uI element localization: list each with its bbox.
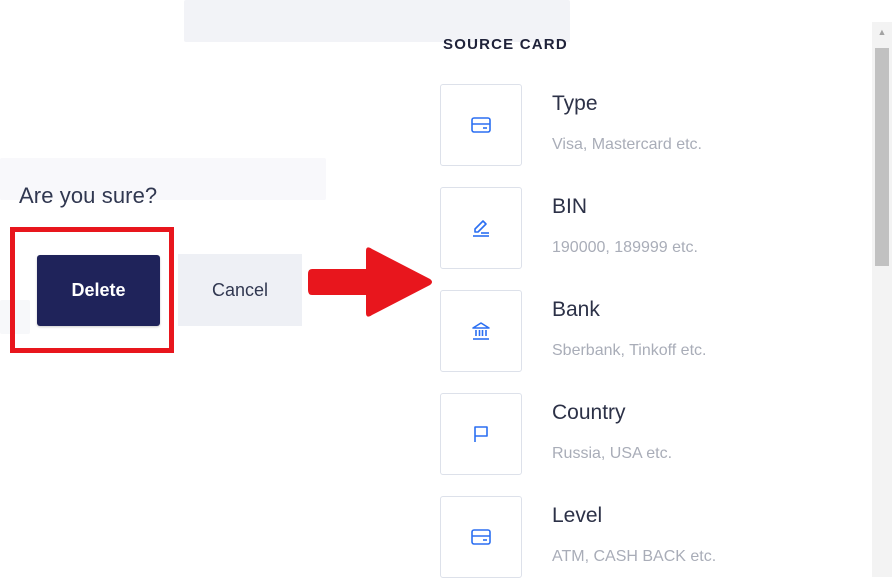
scroll-thumb[interactable]: [875, 48, 889, 266]
field-level[interactable]: Level ATM, CASH BACK etc.: [440, 496, 840, 580]
field-icon-box[interactable]: [440, 187, 522, 269]
field-bin[interactable]: BIN 190000, 189999 etc.: [440, 187, 840, 271]
field-hint: 190000, 189999 etc.: [552, 239, 698, 256]
field-country[interactable]: Country Russia, USA etc.: [440, 393, 840, 477]
confirm-question: Are you sure?: [19, 183, 158, 208]
field-hint: Sberbank, Tinkoff etc.: [552, 342, 707, 359]
field-icon-box[interactable]: [440, 84, 522, 166]
field-label: BIN: [552, 195, 588, 218]
field-hint: Russia, USA etc.: [552, 445, 673, 462]
vertical-scrollbar[interactable]: ▲: [872, 22, 892, 577]
field-icon-box[interactable]: [440, 290, 522, 372]
highlight-frame: [10, 227, 174, 353]
field-label: Level: [552, 504, 603, 527]
field-icon-box[interactable]: [440, 496, 522, 578]
field-type[interactable]: Type Visa, Mastercard etc.: [440, 84, 840, 168]
section-heading: SOURCE CARD: [443, 36, 568, 53]
field-label: Bank: [552, 298, 600, 321]
cancel-button[interactable]: Cancel: [178, 254, 302, 326]
credit-card-icon: [471, 117, 491, 133]
field-bank[interactable]: Bank Sberbank, Tinkoff etc.: [440, 290, 840, 374]
field-icon-box[interactable]: [440, 393, 522, 475]
field-hint: ATM, CASH BACK etc.: [552, 548, 717, 565]
field-hint: Visa, Mastercard etc.: [552, 136, 702, 153]
scroll-up-arrow-icon[interactable]: ▲: [872, 22, 892, 42]
red-arrow-annotation: [308, 247, 432, 317]
field-label: Type: [552, 92, 598, 115]
field-label: Country: [552, 401, 626, 424]
bank-icon: [472, 322, 490, 340]
flag-icon: [474, 426, 488, 442]
edit-pen-icon: [473, 220, 489, 237]
credit-card-icon: [471, 529, 491, 545]
